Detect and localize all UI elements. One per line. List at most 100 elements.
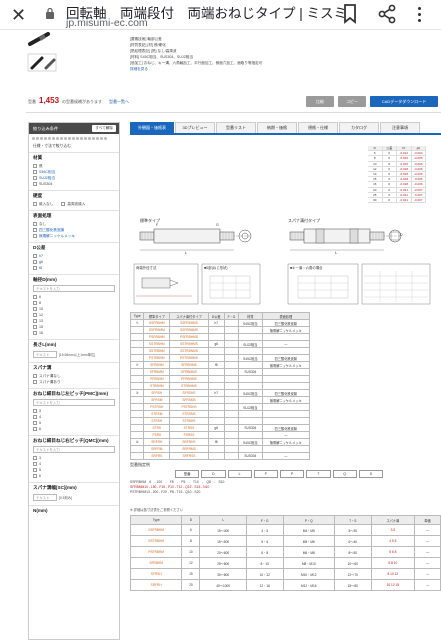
table-cell[interactable]: SRFRS [143, 452, 171, 460]
table-cell[interactable]: STRSHS [169, 417, 209, 425]
tab-3d-preview[interactable]: 3Dプレビュー [175, 122, 215, 133]
table-cell[interactable]: SSTRBHM [129, 535, 183, 547]
table-cell[interactable]: PFRBHMS [169, 375, 209, 383]
table-cell [238, 361, 263, 369]
close-icon[interactable]: ✕ [11, 6, 26, 24]
share-icon[interactable] [378, 4, 396, 24]
table-row: SSFRBHM 6 15〜400 4・5 M4・M5 5〜30 3.5— [129, 524, 441, 536]
table-cell[interactable]: SSTRBHM [143, 340, 171, 348]
table-cell[interactable]: SRFRH [129, 579, 183, 591]
table-cell[interactable]: STRSS [169, 424, 209, 432]
facet-option[interactable]: SUS304 [33, 181, 115, 187]
table-cell: 6・8 [245, 546, 284, 558]
table-cell[interactable]: SFRSH [143, 389, 171, 397]
more-vert-icon[interactable] [416, 6, 422, 24]
table-cell: M10・M12 [282, 568, 335, 580]
table-cell [223, 333, 240, 341]
facet-option[interactable]: スパナ溝あり [33, 379, 115, 385]
table-cell[interactable]: SFRBMMS [169, 368, 209, 376]
table-cell [238, 326, 263, 334]
table-cell[interactable]: SFRBHM [129, 557, 183, 569]
table-row: SSTRBHM 8 15〜500 5・6 M5・M6 6〜40 4 5 6— [129, 535, 441, 547]
table-cell: SUS304 [238, 368, 263, 376]
table-cell[interactable]: STRBHMS [169, 382, 209, 390]
table-cell[interactable]: SSFRBHM [129, 524, 183, 536]
table-cell[interactable]: PSRS [143, 431, 171, 439]
facet-option[interactable]: 16 [33, 330, 115, 336]
table-cell: 8・10 [245, 557, 284, 569]
table-cell[interactable]: PSFRBHMS [169, 333, 209, 341]
stock-list-link[interactable]: 型番一覧へ [109, 99, 129, 105]
cad-download-button[interactable]: CADデータダウンロード [370, 96, 438, 107]
table-cell[interactable]: SFRBHMS [169, 361, 209, 369]
table-cell[interactable]: SFRSHS [169, 389, 209, 397]
clear-all-button[interactable]: すべて解除 [92, 125, 116, 132]
table-cell[interactable]: PSRSS [169, 431, 209, 439]
table-cell[interactable]: SSTRBNMS [169, 347, 209, 355]
tab-outline-price[interactable]: 外観図・価格表 [130, 122, 174, 133]
table-cell[interactable]: PSTRSHS [169, 403, 209, 411]
table-cell[interactable]: PSTRSH [143, 403, 171, 411]
url-text[interactable]: jp.misumi-ec.com [66, 17, 148, 29]
table-cell[interactable]: PSFRBHM [129, 546, 183, 558]
bookmark-icon[interactable] [343, 4, 357, 24]
table-cell[interactable]: PSTRBHMS [169, 354, 209, 362]
thread-right-input[interactable]: テキストを入力 [33, 446, 115, 453]
facet-option[interactable]: 焼入なし 高周波焼入 [33, 201, 115, 207]
table-cell[interactable]: STRBHM [143, 382, 171, 390]
table-cell [223, 375, 240, 383]
table-cell[interactable]: SFRSH [129, 568, 183, 580]
table-cell[interactable]: SSTRBHMS [169, 340, 209, 348]
table-cell[interactable]: PSTRBHM [143, 354, 171, 362]
table-cell[interactable]: PSFRBHM [143, 333, 171, 341]
table-cell[interactable]: SSFRBHM [143, 319, 171, 327]
table-cell[interactable]: SFRBHM [143, 361, 171, 369]
facet-option[interactable]: 6 [33, 473, 115, 479]
table-cell [129, 424, 145, 432]
table-cell: 30〜800 [199, 568, 247, 580]
table-cell[interactable]: STRSH [143, 417, 171, 425]
table-cell [223, 396, 240, 404]
thread-left-input[interactable]: テキストを入力 [33, 399, 115, 406]
table-cell[interactable]: SSFRBMMS [169, 326, 209, 334]
table-cell[interactable]: SFRBMM [143, 368, 171, 376]
table-cell: 無電解ニッケルメッキ [261, 438, 311, 446]
table-cell [238, 375, 263, 383]
table-cell[interactable]: SFRSMS [169, 396, 209, 404]
table-cell [238, 333, 263, 341]
table-cell[interactable]: SSFRBHMS [169, 319, 209, 327]
table-cell [129, 333, 145, 341]
table-cell[interactable]: STRSM [143, 410, 171, 418]
spec-detail-link[interactable]: 詳細を見る [130, 66, 355, 72]
table-cell[interactable]: PFRBHM [143, 375, 171, 383]
table-cell [238, 417, 263, 425]
facet-option[interactable]: f8 [33, 265, 115, 271]
facet-option[interactable]: 6 [33, 426, 115, 432]
table-cell: 20〜600 [199, 546, 247, 558]
copy-button[interactable]: コピー [338, 96, 366, 107]
table-cell[interactable]: STRS [143, 424, 171, 432]
table-row: STRBHM STRBHMS [129, 382, 311, 390]
table-cell[interactable]: SRFRM [143, 445, 171, 453]
diameter-input[interactable]: テキストを入力 [33, 285, 115, 292]
tab-notes[interactable]: 注意事項 [380, 122, 420, 133]
table-cell[interactable]: SRFRHS [169, 438, 209, 446]
length-input[interactable]: テキスト [33, 351, 57, 358]
table-cell[interactable]: STRSMS [169, 410, 209, 418]
table-cell[interactable]: SRFRSS [169, 452, 209, 460]
table-cell[interactable]: SSTRBNM [143, 347, 171, 355]
table-cell[interactable]: SRFRMS [169, 445, 209, 453]
tab-catalog[interactable]: カタログ [339, 122, 379, 133]
wrench-width-input[interactable]: テキスト [33, 494, 57, 501]
browser-toolbar: ✕ 回転軸 両端段付 両端おねじタイプ | ミスミ jp.misumi-ec.c… [0, 0, 441, 30]
table-row: SFRBMM SFRBMMS SUS304 [129, 368, 311, 376]
table-cell[interactable]: SFRSM [143, 396, 171, 404]
facet-option[interactable]: 無電解ニッケルメッキ [33, 233, 115, 239]
table-cell[interactable]: SSFRBMM [143, 326, 171, 334]
table-cell: 5〜30 [333, 524, 372, 536]
compare-button[interactable]: 比較 [306, 96, 334, 107]
table-cell[interactable]: SRFRH [143, 438, 171, 446]
tab-specs[interactable]: 規格・仕様 [298, 122, 338, 133]
tab-part-list[interactable]: 型番リスト [216, 122, 256, 133]
tab-delivery-price[interactable]: 納期・価格 [257, 122, 297, 133]
